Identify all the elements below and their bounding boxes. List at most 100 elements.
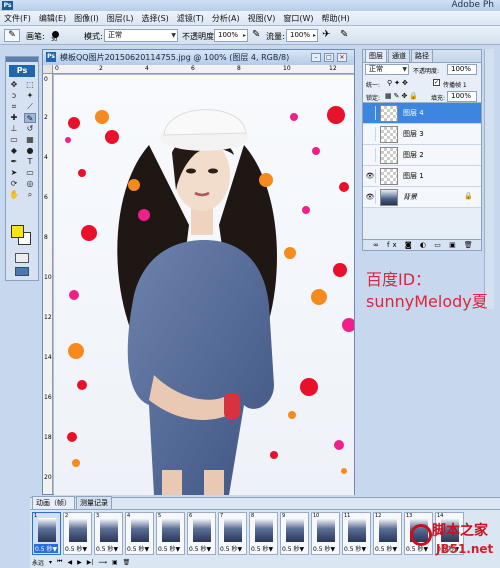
3d-orbit-tool-icon[interactable]: ◎ [24, 179, 36, 189]
dodge-tool-icon[interactable]: ● [24, 146, 36, 156]
animation-frame[interactable]: 8 0.5 秒▼ [249, 512, 278, 555]
visibility-toggle[interactable] [365, 148, 376, 162]
animation-frame[interactable]: 1 0.5 秒▼ [32, 512, 61, 555]
animation-frame[interactable]: 5 0.5 秒▼ [156, 512, 185, 555]
hand-tool-icon[interactable]: ✋ [8, 190, 20, 200]
mode-dropdown[interactable]: 正常 ▼ [104, 29, 178, 42]
layer-row[interactable]: 👁 图层 1 [363, 166, 481, 187]
frame-delay[interactable]: 0.5 秒▼ [282, 544, 304, 553]
pen-tool-icon[interactable]: ✒ [8, 157, 20, 167]
frame-delay[interactable]: 0.5 秒▼ [158, 544, 180, 553]
minimize-button[interactable]: – [311, 53, 321, 62]
menu-edit[interactable]: 编辑(E) [39, 13, 66, 24]
path-selection-tool-icon[interactable]: ➤ [8, 168, 20, 178]
healing-brush-tool-icon[interactable]: ✚ [8, 113, 20, 123]
frame-delay[interactable]: 0.5 秒▼ [375, 544, 397, 553]
opacity-field[interactable]: 100% ▸ [214, 29, 248, 42]
animation-frame[interactable]: 9 0.5 秒▼ [280, 512, 309, 555]
layer-row[interactable]: 图层 4 [363, 103, 481, 124]
blur-tool-icon[interactable]: ◆ [8, 146, 20, 156]
layer-row[interactable]: 图层 2 [363, 145, 481, 166]
history-brush-tool-icon[interactable]: ↺ [24, 124, 36, 134]
close-button[interactable]: ✕ [337, 53, 347, 62]
eye-icon[interactable]: 👁 [365, 169, 376, 183]
animation-frame[interactable]: 11 0.5 秒▼ [342, 512, 371, 555]
tab-measurement-log[interactable]: 测量记录 [76, 496, 112, 509]
menu-image[interactable]: 图像(I) [74, 13, 99, 24]
frame-delay[interactable]: 0.5 秒▼ [220, 544, 242, 553]
ruler-vertical[interactable]: 0 2 4 6 8 10 12 14 16 18 20 [43, 74, 53, 494]
fill-field[interactable]: 100% [447, 91, 477, 102]
frame-delay[interactable]: 0.5 秒▼ [34, 544, 59, 553]
animation-frame[interactable]: 4 0.5 秒▼ [125, 512, 154, 555]
tab-layers[interactable]: 图层 [365, 49, 387, 62]
menu-help[interactable]: 帮助(H) [322, 13, 350, 24]
pressure-size-icon[interactable]: ✎ [340, 29, 348, 40]
animation-frame[interactable]: 3 0.5 秒▼ [94, 512, 123, 555]
tab-paths[interactable]: 路径 [411, 49, 433, 62]
animation-frame[interactable]: 10 0.5 秒▼ [311, 512, 340, 555]
animation-frame[interactable]: 6 0.5 秒▼ [187, 512, 216, 555]
chevron-down-icon[interactable]: ▾ [49, 559, 52, 566]
visibility-toggle[interactable] [365, 127, 376, 141]
frame-delay[interactable]: 0.5 秒▼ [189, 544, 211, 553]
frame-delay[interactable]: 0.5 秒▼ [344, 544, 366, 553]
menu-filter[interactable]: 滤镜(T) [177, 13, 204, 24]
unify-icons[interactable]: ⚲✦✥ [387, 79, 410, 87]
menu-view[interactable]: 视图(V) [248, 13, 276, 24]
slice-tool-icon[interactable]: ⟋ [24, 102, 36, 112]
menu-file[interactable]: 文件(F) [4, 13, 31, 24]
airbrush-icon[interactable]: ✈ [322, 29, 330, 40]
marquee-tool-icon[interactable]: ⬚ [24, 80, 36, 90]
zoom-tool-icon[interactable]: ⌕ [24, 190, 36, 200]
crop-tool-icon[interactable]: ⌗ [8, 102, 20, 112]
foreground-color-swatch[interactable] [11, 225, 24, 238]
layer-opacity-field[interactable]: 100% [447, 64, 477, 75]
layer-row[interactable]: 👁 背景 🔒 [363, 187, 481, 208]
layers-footer-toolbar[interactable]: ∞ fx ◙ ◐ ▭ ▣ 🗑 [363, 239, 481, 250]
tab-channels[interactable]: 通道 [388, 49, 410, 62]
frame-delay[interactable]: 0.5 秒▼ [313, 544, 335, 553]
next-frame-icon[interactable]: ▶| [87, 559, 94, 566]
loop-dropdown[interactable]: 永远 [32, 558, 44, 567]
ruler-horizontal[interactable]: 0 2 4 6 8 10 12 [53, 65, 354, 74]
type-tool-icon[interactable]: T [24, 157, 36, 167]
layer-row[interactable]: 图层 3 [363, 124, 481, 145]
animation-frame[interactable]: 12 0.5 秒▼ [373, 512, 402, 555]
animation-frame[interactable]: 7 0.5 秒▼ [218, 512, 247, 555]
opacity-pressure-icon[interactable]: ✎ [252, 29, 260, 40]
menu-select[interactable]: 选择(S) [141, 13, 168, 24]
tween-icon[interactable]: ⟿ [98, 559, 107, 566]
magic-wand-tool-icon[interactable]: ✦ [24, 91, 36, 101]
menu-layer[interactable]: 图层(L) [107, 13, 134, 24]
quick-mask-icon[interactable] [15, 253, 29, 263]
toolbox-handle[interactable] [6, 57, 38, 62]
frame-delay[interactable]: 0.5 秒▼ [251, 544, 273, 553]
visibility-toggle[interactable] [365, 106, 376, 120]
prev-frame-icon[interactable]: ◀ [67, 559, 72, 566]
menu-window[interactable]: 窗口(W) [283, 13, 313, 24]
flow-field[interactable]: 100% ▸ [286, 29, 318, 42]
trash-icon[interactable]: 🗑 [123, 559, 131, 566]
ruler-origin[interactable] [43, 65, 53, 74]
lock-icons[interactable]: ▦✎✥🔒 [385, 92, 420, 100]
propagate-checkbox[interactable]: ✓ [433, 79, 440, 86]
3d-rotate-tool-icon[interactable]: ⟳ [8, 179, 20, 189]
gradient-tool-icon[interactable]: ▦ [24, 135, 36, 145]
first-frame-icon[interactable]: ⏮ [57, 558, 62, 566]
frame-delay[interactable]: 0.5 秒▼ [65, 544, 87, 553]
brush-tool-icon[interactable]: ✎ [24, 112, 36, 123]
duplicate-frame-icon[interactable]: ▣ [112, 559, 118, 566]
frame-delay[interactable]: 0.5 秒▼ [96, 544, 118, 553]
eraser-tool-icon[interactable]: ▭ [8, 135, 20, 145]
document-titlebar[interactable]: Ps 模板QQ图片20150620114755.jpg @ 100% (图层 4… [43, 50, 354, 65]
brush-tool-preset-icon[interactable]: ✎ [4, 29, 20, 42]
clone-stamp-tool-icon[interactable]: ⊥ [8, 124, 20, 134]
blend-mode-dropdown[interactable]: 正常 ▼ [365, 64, 409, 75]
screen-mode-icon[interactable] [15, 267, 29, 276]
animation-frame[interactable]: 2 0.5 秒▼ [63, 512, 92, 555]
menu-analysis[interactable]: 分析(A) [212, 13, 240, 24]
frame-delay[interactable]: 0.5 秒▼ [127, 544, 149, 553]
shape-tool-icon[interactable]: ▭ [24, 168, 36, 178]
maximize-button[interactable]: □ [324, 53, 334, 62]
